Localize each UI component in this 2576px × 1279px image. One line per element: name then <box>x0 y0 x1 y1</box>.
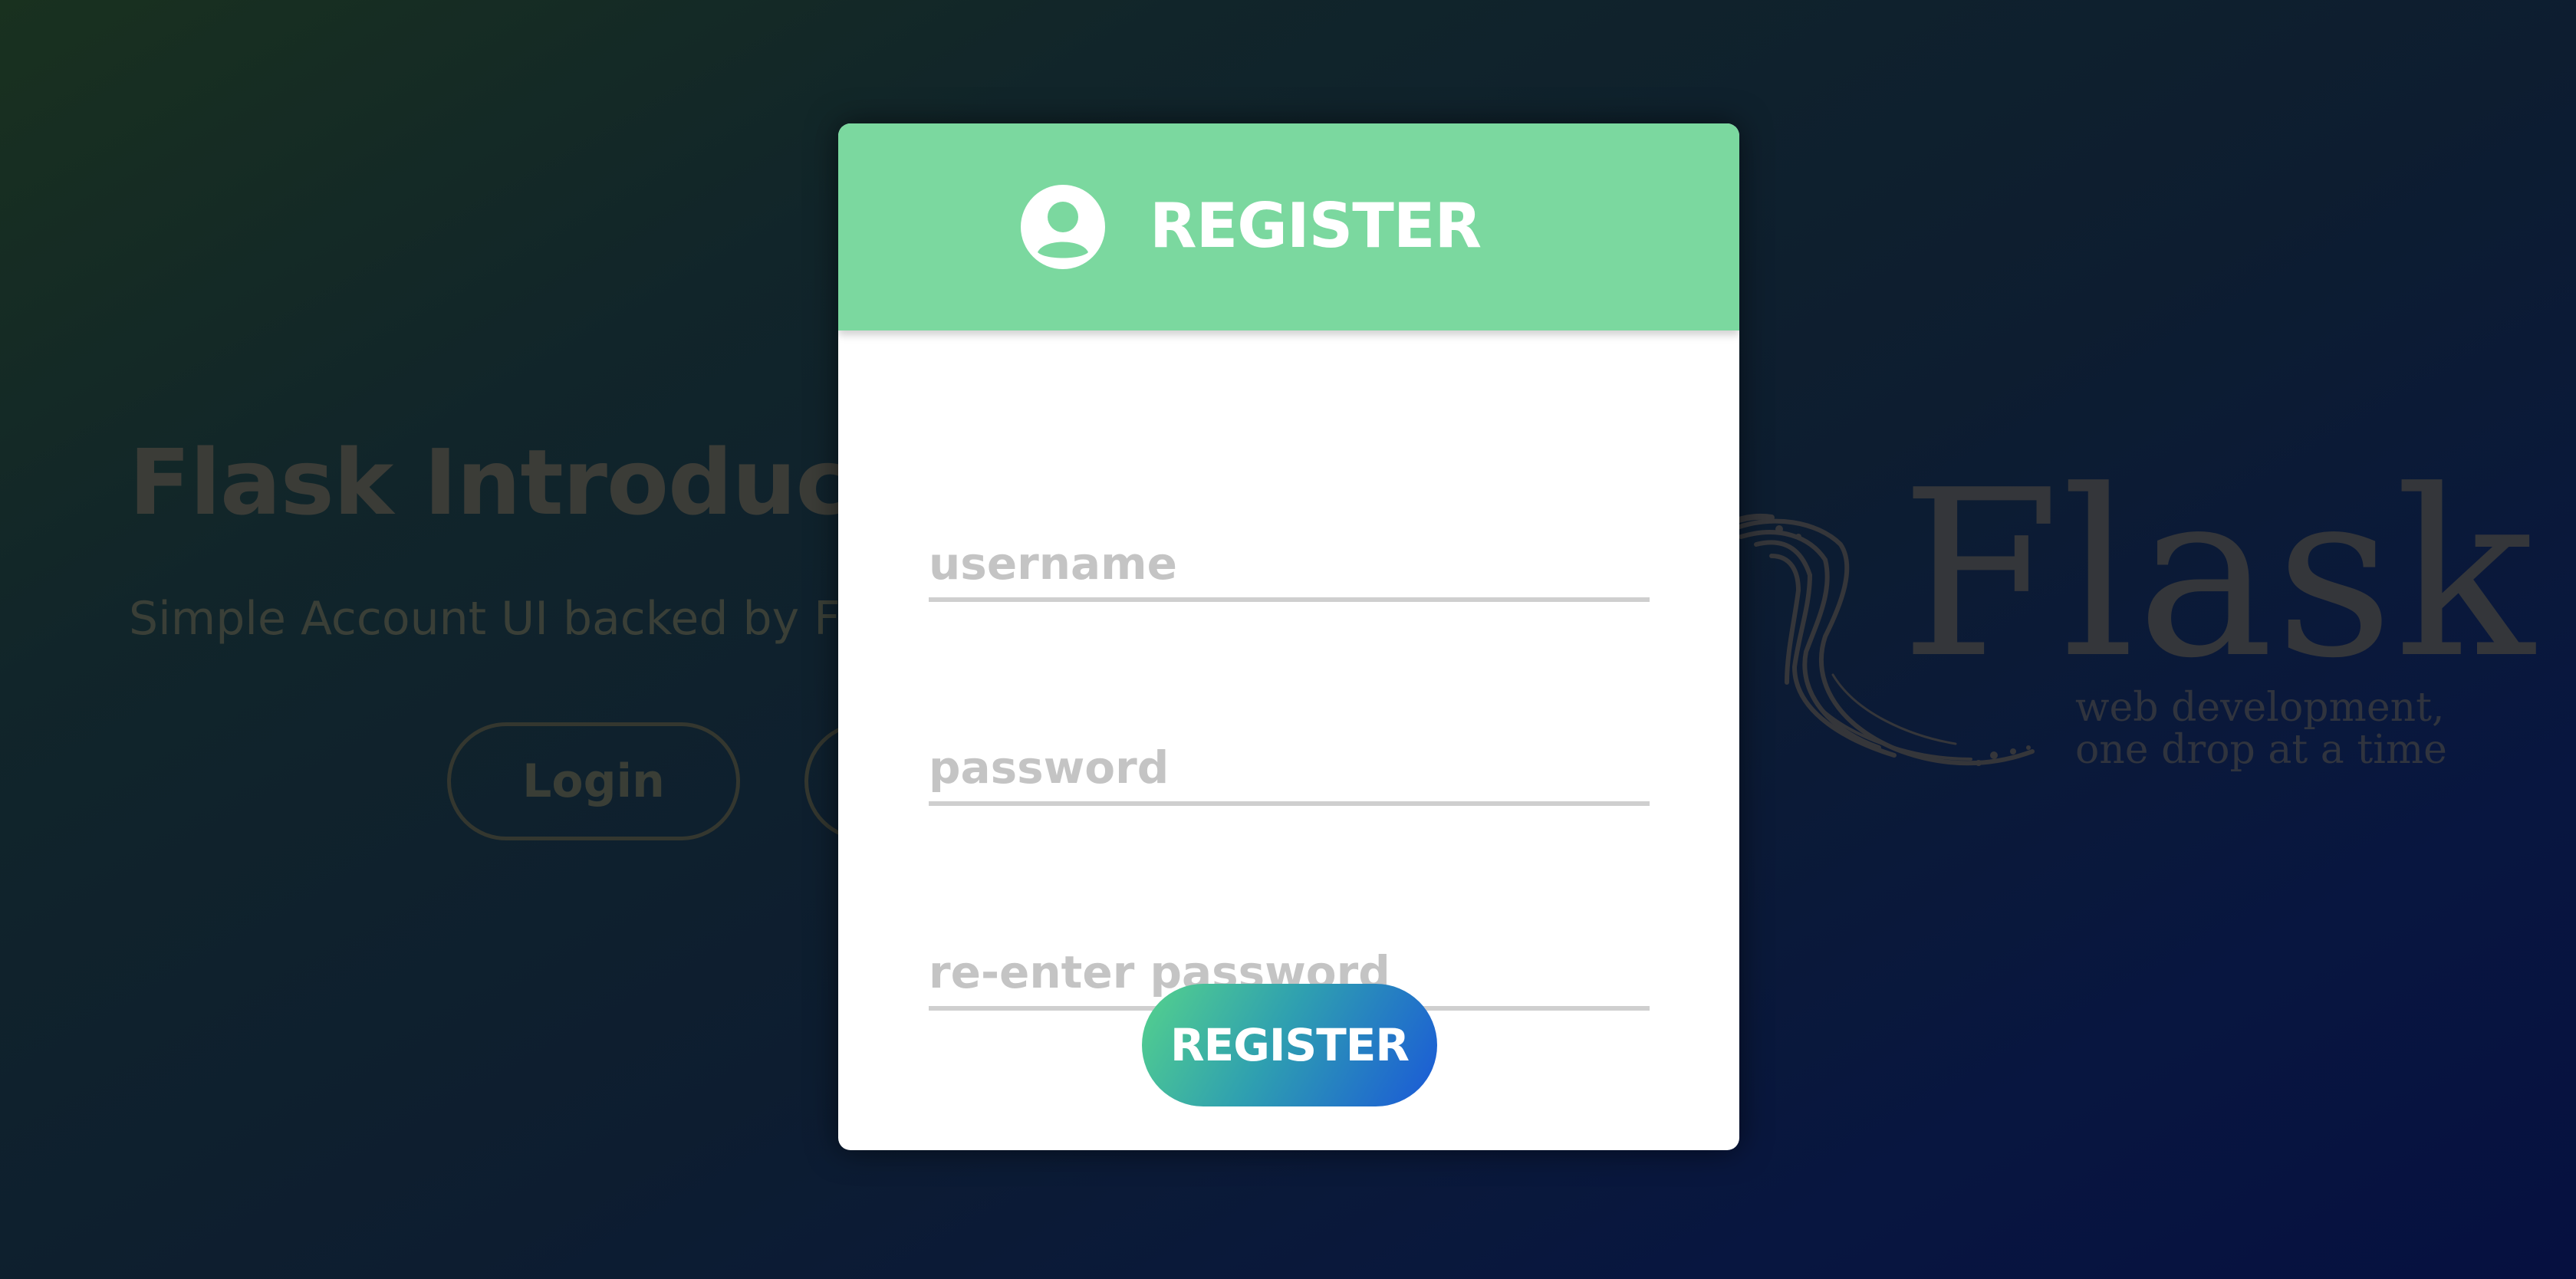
flask-logo-wordmark: Flask <box>1900 441 2536 709</box>
register-modal: REGISTER REGISTER <box>838 123 1739 1150</box>
hero-subtitle: Simple Account UI backed by Fla <box>129 592 882 646</box>
flask-logo-tagline-line-2: one drop at a time <box>2075 727 2447 773</box>
modal-title: REGISTER <box>1150 190 1482 261</box>
register-submit-button[interactable]: REGISTER <box>1142 984 1437 1106</box>
username-input[interactable] <box>929 533 1650 602</box>
background-login-button: Login <box>447 722 740 840</box>
password-input[interactable] <box>929 737 1650 806</box>
user-circle-icon <box>1021 185 1105 269</box>
modal-header: REGISTER <box>838 123 1739 330</box>
flask-logo-tagline-line-1: web development, <box>2075 685 2445 731</box>
